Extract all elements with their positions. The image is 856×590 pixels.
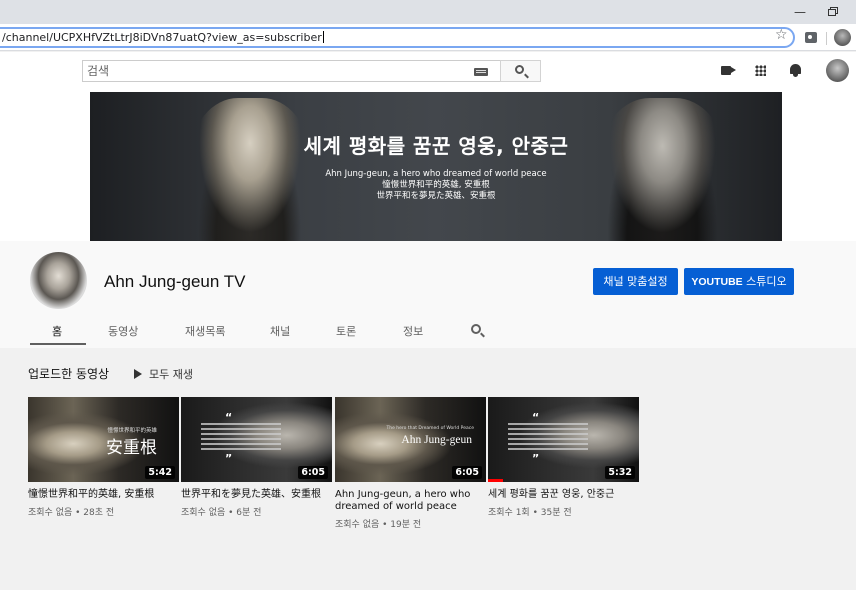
search-button[interactable] [500,60,541,82]
bookmark-star-icon[interactable]: ☆ [775,28,788,42]
video-duration: 6:05 [452,466,482,479]
banner-title: 세계 평화를 꿈꾼 영웅, 안중근 [303,134,569,158]
address-bar[interactable]: /channel/UCPXHfVZtLtrJ8iDVn87uatQ?view_a… [0,27,795,48]
window-minimize-button[interactable]: — [790,3,810,21]
video-meta: 조회수 1회 • 35분 전 [488,508,572,518]
video-duration: 5:32 [605,466,635,479]
video-thumbnail[interactable]: 憧憬世界和平的英雄 安重根 5:42 [28,397,179,482]
uploads-section-title[interactable]: 업로드한 동영상 [28,365,109,382]
browser-toolbar: /channel/UCPXHfVZtLtrJ8iDVn87uatQ?view_a… [0,24,856,51]
play-all-label: 모두 재생 [149,368,193,381]
apps-grid-icon[interactable] [755,65,766,76]
video-title[interactable]: Ahn Jung-geun, a hero who dreamed of wor… [335,489,486,513]
thumbnail-caption-big: 安重根 [106,438,157,458]
video-title[interactable]: 世界平和を夢見た英雄、安重根 [181,489,332,501]
banner-subtitle-ja: 世界平和を夢見た英雄、安重根 [376,191,496,201]
tab-channels[interactable]: 채널 [270,323,290,339]
video-duration: 5:42 [145,466,175,479]
maximize-icon [828,9,836,16]
search-icon [515,65,524,74]
notifications-bell-icon[interactable] [790,64,801,77]
video-title[interactable]: 세계 평화를 꿈꾼 영웅, 안중근 [488,489,639,501]
video-card[interactable]: The hero that Dreamed of World Peace Ahn… [335,397,486,530]
video-card[interactable]: “ ” 6:05 世界平和を夢見た英雄、安重根 조회수 없음 • 6분 전 [181,397,332,518]
watch-progress-bar [488,479,504,482]
channel-header: Ahn Jung-geun TV 채널 맞춤설정 YOUTUBE 스튜디오 홈 … [0,241,856,348]
video-duration: 6:05 [298,466,328,479]
studio-label-rest: 스튜디오 [742,275,787,288]
create-video-icon[interactable] [721,66,731,75]
tab-videos[interactable]: 동영상 [108,323,138,339]
play-all-button[interactable]: 모두 재생 [134,366,193,382]
channel-banner-area: 세계 평화를 꿈꾼 영웅, 안중근 Ahn Jung-geun, a hero … [0,92,856,241]
account-avatar[interactable] [826,59,849,82]
thumbnail-caption-small: The hero that Dreamed of World Peace [386,426,474,431]
window-maximize-button[interactable] [822,3,842,21]
video-title[interactable]: 憧憬世界和平的英雄, 安重根 [28,489,179,501]
tab-playlists[interactable]: 재생목록 [185,323,225,339]
youtube-studio-button[interactable]: YOUTUBE 스튜디오 [684,268,794,295]
channel-search-icon[interactable] [471,324,481,334]
video-thumbnail[interactable]: The hero that Dreamed of World Peace Ahn… [335,397,486,482]
channel-name: Ahn Jung-geun TV [104,272,246,291]
video-thumbnail[interactable]: “ ” 6:05 [181,397,332,482]
studio-label-bold: YOUTUBE [691,276,743,288]
thumbnail-close-quote: ” [225,452,233,465]
search-box[interactable]: 검색 [82,60,500,82]
banner-subtitle-zh: 憧憬世界和平的英雄, 安重根 [382,180,490,190]
extension-icon[interactable] [805,32,817,43]
channel-banner: 세계 평화를 꿈꾼 영웅, 안중근 Ahn Jung-geun, a hero … [90,92,782,241]
active-tab-indicator [30,343,86,345]
address-bar-url[interactable]: /channel/UCPXHfVZtLtrJ8iDVn87uatQ?view_a… [2,29,324,46]
tab-home[interactable]: 홈 [52,323,62,339]
keyboard-icon[interactable] [474,68,488,76]
play-icon [134,369,142,379]
browser-profile-avatar[interactable] [834,29,851,46]
browser-titlebar: — [0,0,856,24]
video-thumbnail[interactable]: “ ” 5:32 [488,397,639,482]
video-meta: 조회수 없음 • 6분 전 [181,508,262,518]
thumbnail-close-quote: ” [532,452,540,465]
video-card[interactable]: 憧憬世界和平的英雄 安重根 5:42 憧憬世界和平的英雄, 安重根 조회수 없음… [28,397,179,518]
tab-discussion[interactable]: 토론 [336,323,356,339]
banner-subtitle-en: Ahn Jung-geun, a hero who dreamed of wor… [325,169,547,179]
thumbnail-text-lines [508,423,588,453]
youtube-masthead: 검색 [0,52,856,92]
video-meta: 조회수 없음 • 28초 전 [28,508,115,518]
video-card[interactable]: “ ” 5:32 세계 평화를 꿈꾼 영웅, 안중근 조회수 1회 • 35분 … [488,397,639,518]
video-meta: 조회수 없음 • 19분 전 [335,520,422,530]
customize-channel-button[interactable]: 채널 맞춤설정 [593,268,678,295]
tab-about[interactable]: 정보 [403,323,423,339]
channel-avatar[interactable] [30,252,87,309]
thumbnail-text-lines [201,423,281,453]
toolbar-divider [826,32,827,45]
search-input[interactable]: 검색 [87,63,109,79]
thumbnail-caption-big: Ahn Jung-geun [401,434,472,446]
